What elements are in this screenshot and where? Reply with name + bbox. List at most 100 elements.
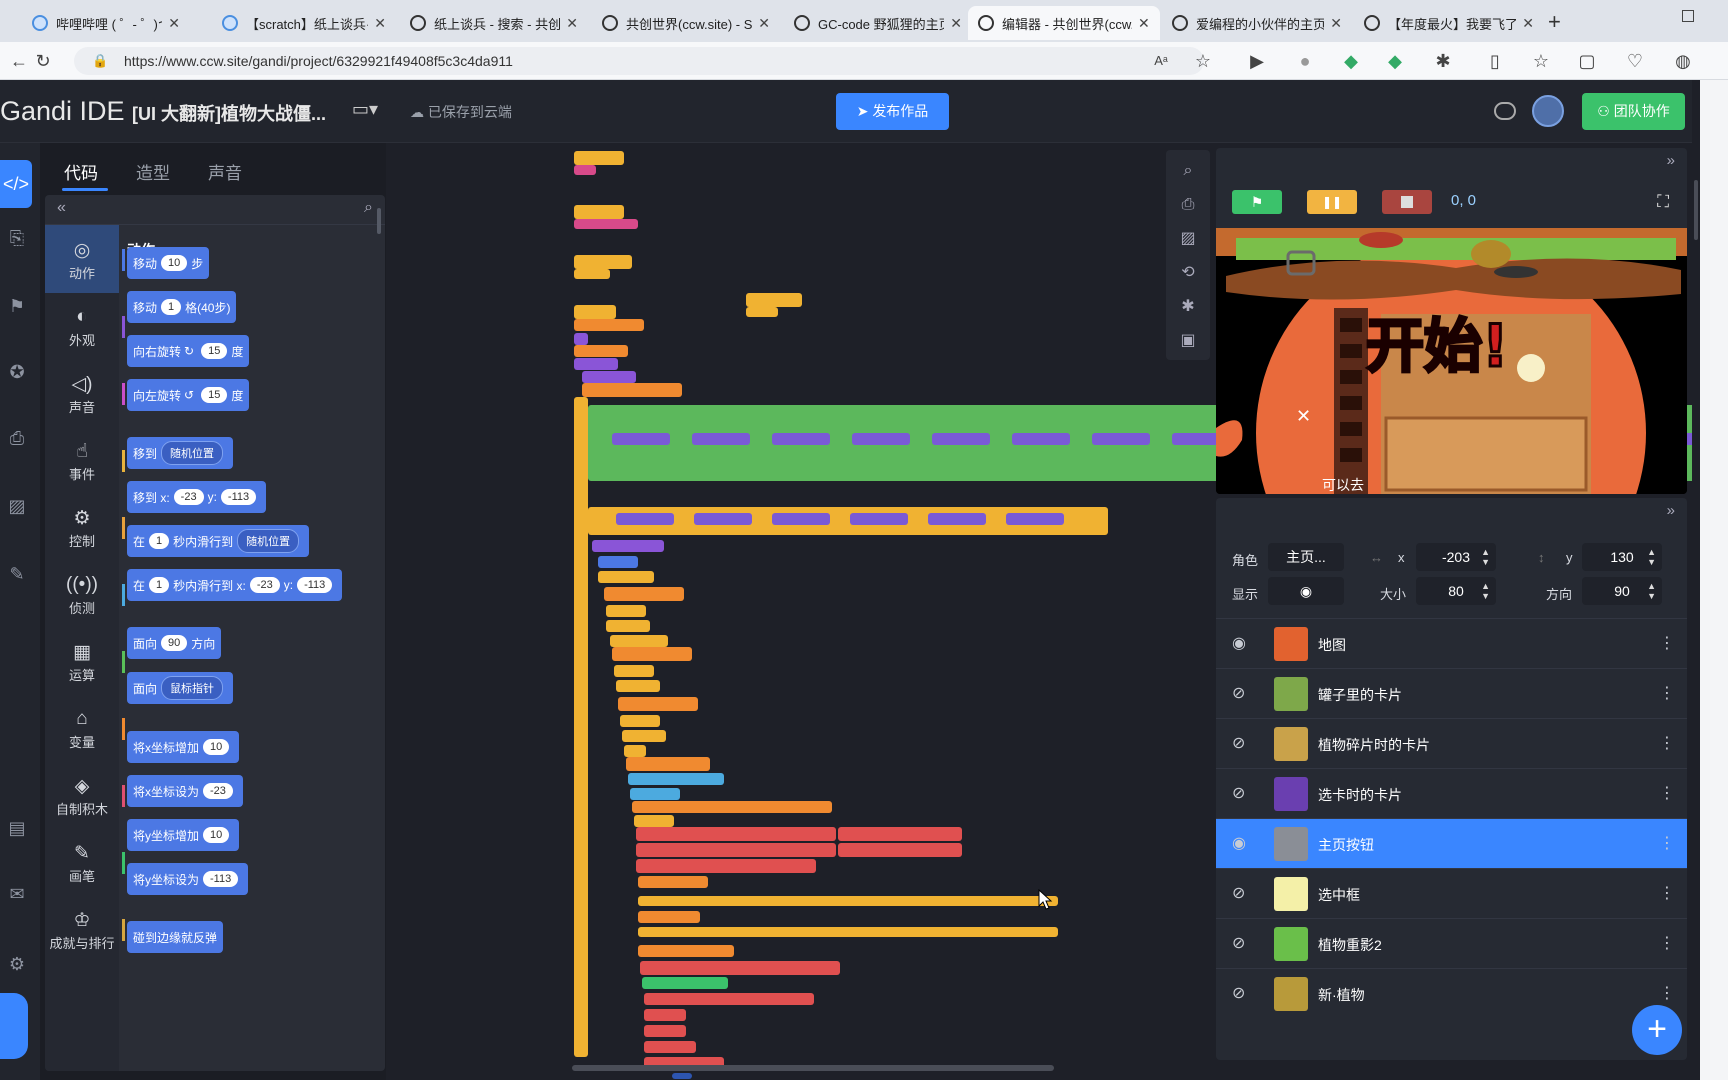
reporter-block[interactable] [616,513,674,525]
block-input[interactable]: 10 [203,739,230,755]
more-vertical-icon[interactable]: ⋮ [1659,633,1675,653]
print-icon[interactable]: ⎙ [0,423,34,453]
reload-icon[interactable]: ↻ [32,50,54,72]
custom-block[interactable] [644,993,814,1005]
reporter-block[interactable] [612,433,670,445]
reporter-block[interactable] [694,513,752,525]
browser-tab[interactable]: 爱编程的小伙伴的主页 ✕ [1162,6,1352,40]
block-input[interactable]: 10 [161,255,188,271]
more-vertical-icon[interactable]: ⋮ [1659,883,1675,903]
event-hat-block[interactable] [574,255,632,269]
code-view-icon[interactable]: </> [0,160,32,208]
code-block[interactable] [672,1073,692,1079]
trophy-icon[interactable]: ⚑ [0,291,34,321]
more-vertical-icon[interactable]: ⋮ [1659,933,1675,953]
custom-block[interactable] [644,1025,686,1037]
x-field[interactable]: -203 ▲ ▼ [1416,543,1496,571]
profile-icon[interactable]: ◍ [1672,50,1694,72]
split-screen-icon[interactable]: ▯ [1484,50,1506,72]
custom-block[interactable] [636,859,816,873]
add-sprite-button[interactable]: + [1632,1005,1682,1055]
stepper-icon[interactable]: ▲ ▼ [1481,547,1490,567]
code-block[interactable] [592,540,664,552]
code-block[interactable] [638,927,1058,937]
block-dropdown[interactable]: 鼠标指针 [161,676,224,700]
code-block[interactable] [574,219,638,229]
block-input[interactable]: -23 [173,489,204,505]
tablet-icon[interactable]: ▤ [0,813,34,843]
code-block[interactable] [610,635,668,647]
control-c-block[interactable] [574,397,588,1057]
code-block[interactable] [624,745,646,757]
more-vertical-icon[interactable]: ⋮ [1659,833,1675,853]
eye-off-icon[interactable]: ⊘ [1232,783,1245,803]
event-hat-block[interactable] [574,205,624,219]
notification-icon[interactable]: ✉ [0,879,34,909]
project-title[interactable]: [UI 大翻新]植物大战僵... [132,100,326,126]
browser-tab-active[interactable]: 编辑器 - 共创世界(ccw.site) ✕ [968,6,1160,40]
files-icon[interactable]: ⎘ [0,223,34,253]
direction-field[interactable]: 90 ▲ ▼ [1582,577,1662,605]
reporter-block[interactable] [850,513,908,525]
event-hat-block[interactable] [574,305,616,319]
find-image-icon[interactable]: ⌕ [1177,160,1199,182]
url-field[interactable]: 🔒 https://www.ccw.site/gandi/project/632… [74,47,1204,75]
close-icon[interactable]: ✕ [950,15,962,32]
reporter-block[interactable] [772,513,830,525]
reporter-block[interactable] [1006,513,1064,525]
collections-icon[interactable]: ▢ [1576,50,1598,72]
block-goto[interactable]: 移到 随机位置 [127,437,234,469]
block-set-x[interactable]: 将x坐标设为 -23 [127,775,243,807]
image-icon[interactable]: ▨ [1177,228,1199,250]
code-block[interactable] [604,587,684,601]
event-hat-block[interactable] [574,151,624,165]
browser-tab[interactable]: 共创世界(ccw.site) - Scratch ✕ [592,6,780,40]
code-block[interactable] [632,801,832,813]
code-block[interactable] [638,896,1058,906]
code-block[interactable] [574,345,628,357]
eye-off-icon[interactable]: ⊘ [1232,683,1245,703]
category-myblocks[interactable]: ◈ 自制积木 [45,761,125,829]
browser-tab[interactable]: GC-code 野狐狸的主页 ✕ [784,6,972,40]
custom-block[interactable] [640,961,840,975]
chat-icon[interactable] [1494,102,1516,120]
code-block[interactable] [634,815,674,827]
code-block[interactable] [574,165,596,175]
code-block[interactable] [606,605,646,617]
code-block[interactable] [642,977,728,989]
code-block[interactable] [618,697,698,711]
block-input[interactable]: 1 [149,577,170,593]
code-block[interactable] [620,715,660,727]
code-block[interactable] [574,333,588,345]
sprite-row[interactable]: ⊘ 植物碎片时的卡片 ⋮ [1216,718,1687,768]
block-input[interactable]: -23 [249,577,280,593]
fullscreen-icon[interactable]: ⛶ [1657,192,1669,212]
pause-button[interactable]: ❚❚ [1307,190,1357,214]
category-operator[interactable]: ▦ 运算 [45,627,125,695]
reporter-block[interactable] [772,433,830,445]
size-field[interactable]: 80 ▲ ▼ [1416,577,1496,605]
block-bounce[interactable]: 碰到边缘就反弹 [127,921,224,953]
tab-code[interactable]: 代码 [64,159,98,184]
stop-button[interactable] [1382,190,1432,214]
y-field[interactable]: 130 ▲ ▼ [1582,543,1662,571]
code-block[interactable] [574,269,610,279]
custom-block[interactable] [838,843,962,857]
reporter-block[interactable] [692,433,750,445]
block-input[interactable]: 1 [161,299,182,315]
event-hat-block[interactable] [746,293,802,307]
code-block[interactable] [606,620,650,632]
sprite-name-field[interactable]: 主页... [1268,543,1344,571]
eye-icon[interactable]: ◉ [1232,633,1246,653]
code-block[interactable] [746,307,778,317]
block-goto-xy[interactable]: 移到 x: -23 y: -113 [127,481,267,513]
palette-scrollbar[interactable] [377,208,381,234]
sprite-row[interactable]: ◉ 地图 ⋮ [1216,618,1687,668]
close-icon[interactable]: ✕ [374,15,386,32]
category-variable[interactable]: ⌂ 变量 [45,694,125,762]
edit-icon[interactable]: ✎ [0,559,34,589]
debug-bug-icon[interactable]: ✱ [1177,296,1199,318]
code-block[interactable] [582,371,636,383]
custom-block[interactable] [644,1009,686,1021]
block-turn-left[interactable]: 向左旋转 ↺ 15 度 [127,379,250,411]
